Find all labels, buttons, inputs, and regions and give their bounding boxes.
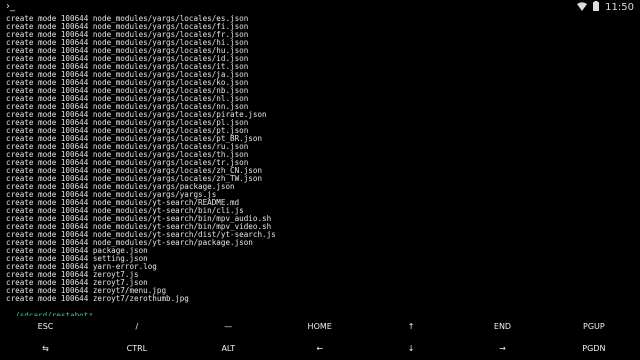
status-bar-left: ›_ (6, 1, 15, 12)
key-left[interactable]: ← (274, 338, 365, 360)
status-bar-right: 11:50 (577, 1, 634, 14)
key-esc[interactable]: ESC (0, 316, 91, 338)
key-alt[interactable]: ALT (183, 338, 274, 360)
extra-keys-bar: ESC / — HOME ↑ END PGUP ⇆ CTRL ALT ← ↓ → PGDN (0, 316, 640, 360)
key-up[interactable]: ↑ (366, 316, 457, 338)
terminal-output[interactable]: create mode 100644 node_modules/yargs/lo… (0, 15, 640, 309)
key-dash[interactable]: — (183, 316, 274, 338)
terminal-icon: ›_ (6, 1, 15, 12)
key-right[interactable]: → (457, 338, 548, 360)
clock: 11:50 (605, 2, 634, 13)
key-slash[interactable]: / (91, 316, 182, 338)
key-ctrl[interactable]: CTRL (91, 338, 182, 360)
key-down[interactable]: ↓ (366, 338, 457, 360)
wifi-icon (577, 1, 588, 14)
key-pgup[interactable]: PGUP (548, 316, 639, 338)
key-tab[interactable]: ⇆ (0, 338, 91, 360)
status-bar: ›_ 11:50 (0, 0, 640, 14)
terminal-line: create mode 100644 zeroyt7/zerothumb.jpg (6, 294, 189, 303)
key-home[interactable]: HOME (274, 316, 365, 338)
battery-icon (593, 1, 600, 14)
key-end[interactable]: END (457, 316, 548, 338)
key-pgdn[interactable]: PGDN (548, 338, 639, 360)
